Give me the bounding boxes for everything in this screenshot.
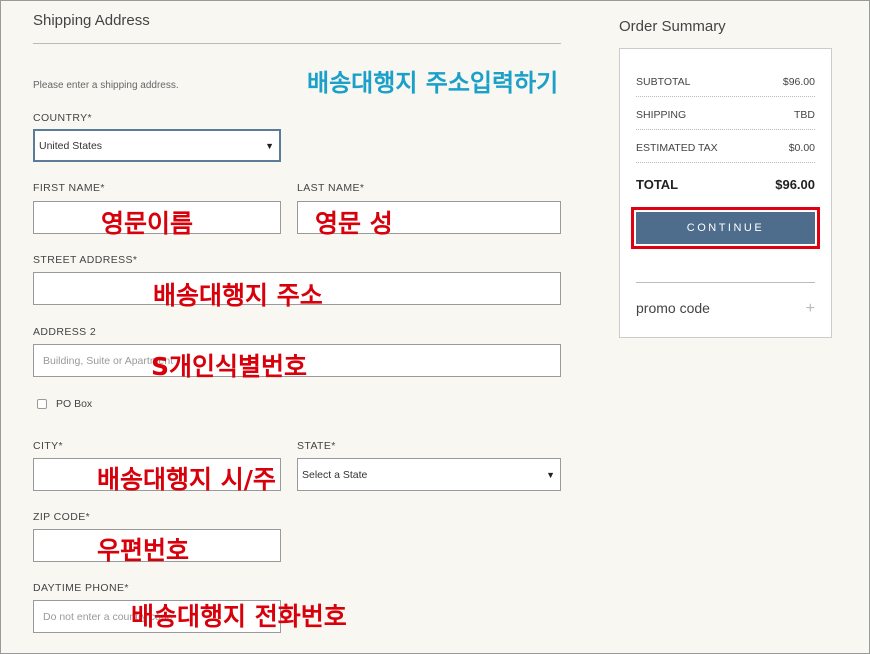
shipping-label: SHIPPING xyxy=(636,109,687,121)
daytime-phone-input[interactable]: Do not enter a country code xyxy=(33,600,281,633)
promo-divider xyxy=(636,282,815,283)
address2-placeholder: Building, Suite or Apartment xyxy=(43,354,174,367)
address2-input[interactable]: Building, Suite or Apartment xyxy=(33,344,561,377)
po-box-label: PO Box xyxy=(56,398,93,410)
country-label: COUNTRY* xyxy=(33,112,93,124)
total-value: $96.00 xyxy=(775,177,815,192)
city-input[interactable] xyxy=(33,458,281,491)
street-address-input[interactable] xyxy=(33,272,561,305)
zip-code-label: ZIP CODE* xyxy=(33,511,91,523)
chevron-down-icon: ▼ xyxy=(546,469,555,480)
address2-label: ADDRESS 2 xyxy=(33,326,97,338)
last-name-label: LAST NAME* xyxy=(297,182,365,194)
promo-code-toggle[interactable]: promo code + xyxy=(636,300,815,318)
continue-button[interactable]: CONTINUE xyxy=(636,212,815,244)
state-label: STATE* xyxy=(297,440,336,452)
subtotal-row: SUBTOTAL $96.00 xyxy=(636,76,815,97)
city-label: CITY* xyxy=(33,440,64,452)
order-summary-panel: SUBTOTAL $96.00 SHIPPING TBD ESTIMATED T… xyxy=(619,48,832,338)
po-box-checkbox[interactable] xyxy=(37,399,47,409)
chevron-down-icon: ▼ xyxy=(265,140,274,151)
daytime-phone-label: DAYTIME PHONE* xyxy=(33,582,129,594)
title-divider xyxy=(33,43,561,44)
promo-code-label: promo code xyxy=(636,300,710,316)
total-label: TOTAL xyxy=(636,177,679,192)
country-select[interactable]: United States ▼ xyxy=(33,129,281,162)
plus-icon: + xyxy=(805,300,815,317)
subtotal-value: $96.00 xyxy=(782,76,815,88)
subtotal-label: SUBTOTAL xyxy=(636,76,691,88)
phone-placeholder: Do not enter a country code xyxy=(43,610,173,623)
order-summary-title: Order Summary xyxy=(619,18,726,35)
total-row: TOTAL $96.00 xyxy=(636,177,815,200)
shipping-row: SHIPPING TBD xyxy=(636,109,815,130)
continue-highlight: CONTINUE xyxy=(631,207,820,249)
country-value: United States xyxy=(39,139,103,152)
tax-value: $0.00 xyxy=(788,142,815,154)
state-value: Select a State xyxy=(302,468,368,481)
first-name-label: FIRST NAME* xyxy=(33,182,105,194)
tax-row: ESTIMATED TAX $0.00 xyxy=(636,142,815,163)
tax-label: ESTIMATED TAX xyxy=(636,142,718,154)
first-name-input[interactable] xyxy=(33,201,281,234)
annotation-header: 배송대행지 주소입력하기 xyxy=(307,69,559,97)
state-select[interactable]: Select a State ▼ xyxy=(297,458,561,491)
zip-code-input[interactable] xyxy=(33,529,281,562)
shipping-address-title: Shipping Address xyxy=(33,12,150,29)
shipping-hint: Please enter a shipping address. xyxy=(33,80,179,91)
street-address-label: STREET ADDRESS* xyxy=(33,254,138,266)
last-name-input[interactable] xyxy=(297,201,561,234)
shipping-value: TBD xyxy=(794,109,815,121)
